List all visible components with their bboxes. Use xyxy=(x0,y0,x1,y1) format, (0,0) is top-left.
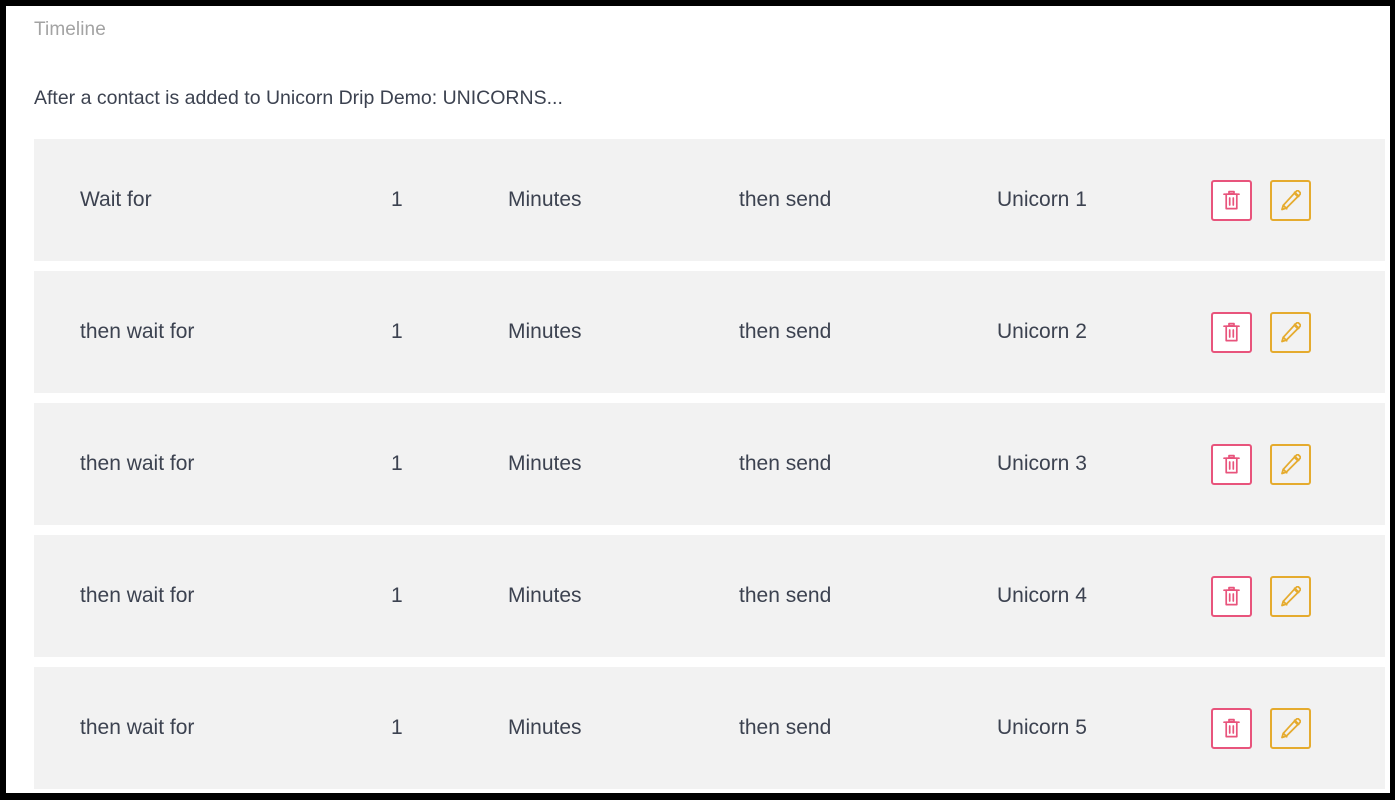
step-wait-amount: 1 xyxy=(391,188,403,211)
trash-icon xyxy=(1222,718,1241,739)
delete-step-button[interactable] xyxy=(1211,575,1252,617)
window-frame: Timeline After a contact is added to Uni… xyxy=(0,0,1395,800)
step-wait-amount: 1 xyxy=(391,716,403,739)
delete-step-button[interactable] xyxy=(1211,311,1252,353)
step-wait-unit: Minutes xyxy=(508,452,582,475)
table-row: Wait for 1 Minutes then send Unicorn 1 xyxy=(34,139,1385,261)
timeline-step-list: Wait for 1 Minutes then send Unicorn 1 t… xyxy=(34,139,1385,793)
step-wait-amount: 1 xyxy=(391,584,403,607)
delete-step-button[interactable] xyxy=(1211,443,1252,485)
step-wait-unit: Minutes xyxy=(508,188,582,211)
step-target-name: Unicorn 3 xyxy=(997,452,1087,475)
row-actions xyxy=(1211,707,1311,749)
delete-step-button[interactable] xyxy=(1211,179,1252,221)
page-title: Timeline xyxy=(34,19,106,40)
step-wait-unit: Minutes xyxy=(508,584,582,607)
step-wait-label: then wait for xyxy=(80,452,195,475)
row-actions xyxy=(1211,311,1311,353)
step-target-name: Unicorn 5 xyxy=(997,716,1087,739)
step-send-label: then send xyxy=(739,188,832,211)
step-wait-label: then wait for xyxy=(80,320,195,343)
step-wait-label: then wait for xyxy=(80,584,195,607)
edit-step-button[interactable] xyxy=(1270,179,1311,221)
row-actions xyxy=(1211,443,1311,485)
table-row: then wait for 1 Minutes then send Unicor… xyxy=(34,535,1385,657)
pencil-icon xyxy=(1280,453,1301,475)
row-actions xyxy=(1211,179,1311,221)
delete-step-button[interactable] xyxy=(1211,707,1252,749)
pencil-icon xyxy=(1280,189,1301,211)
step-wait-label: Wait for xyxy=(80,188,152,211)
trash-icon xyxy=(1222,586,1241,607)
edit-step-button[interactable] xyxy=(1270,707,1311,749)
table-row: then wait for 1 Minutes then send Unicor… xyxy=(34,667,1385,789)
step-target-name: Unicorn 2 xyxy=(997,320,1087,343)
step-send-label: then send xyxy=(739,716,832,739)
timeline-panel: Timeline After a contact is added to Uni… xyxy=(6,6,1390,793)
row-actions xyxy=(1211,575,1311,617)
trigger-description: After a contact is added to Unicorn Drip… xyxy=(34,87,563,109)
step-wait-unit: Minutes xyxy=(508,716,582,739)
trash-icon xyxy=(1222,454,1241,475)
pencil-icon xyxy=(1280,585,1301,607)
step-send-label: then send xyxy=(739,584,832,607)
table-row: then wait for 1 Minutes then send Unicor… xyxy=(34,271,1385,393)
edit-step-button[interactable] xyxy=(1270,311,1311,353)
step-wait-unit: Minutes xyxy=(508,320,582,343)
step-send-label: then send xyxy=(739,320,832,343)
trash-icon xyxy=(1222,322,1241,343)
step-target-name: Unicorn 1 xyxy=(997,188,1087,211)
pencil-icon xyxy=(1280,321,1301,343)
step-wait-label: then wait for xyxy=(80,716,195,739)
step-send-label: then send xyxy=(739,452,832,475)
step-target-name: Unicorn 4 xyxy=(997,584,1087,607)
step-wait-amount: 1 xyxy=(391,452,403,475)
table-row: then wait for 1 Minutes then send Unicor… xyxy=(34,403,1385,525)
pencil-icon xyxy=(1280,717,1301,739)
edit-step-button[interactable] xyxy=(1270,443,1311,485)
step-wait-amount: 1 xyxy=(391,320,403,343)
edit-step-button[interactable] xyxy=(1270,575,1311,617)
trash-icon xyxy=(1222,190,1241,211)
